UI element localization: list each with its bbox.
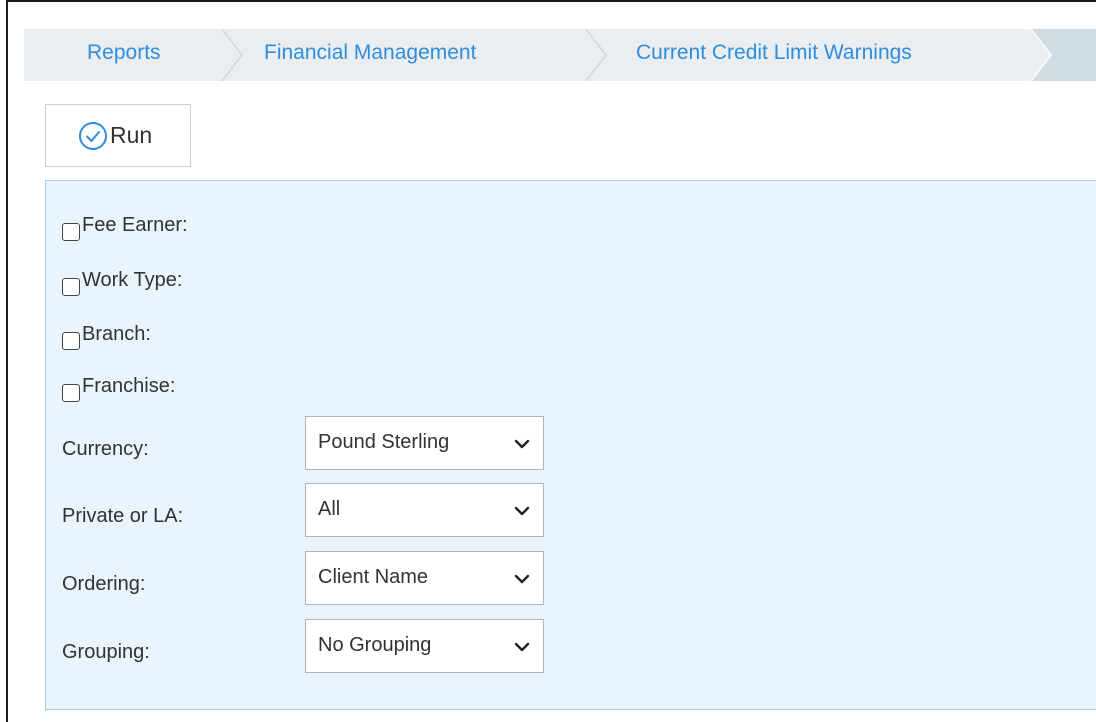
currency-label: Currency: <box>62 438 149 460</box>
ordering-label: Ordering: <box>62 573 146 595</box>
breadcrumb-financial-management[interactable]: Financial Management <box>264 29 476 81</box>
breadcrumb-separator-icon <box>584 29 608 81</box>
private-or-la-label: Private or LA: <box>62 505 184 527</box>
fee-earner-label: Fee Earner: <box>82 214 188 236</box>
report-window: Reports Financial Management Current Cre… <box>6 0 1096 722</box>
fee-earner-checkbox[interactable] <box>62 223 80 241</box>
work-type-checkbox[interactable] <box>62 278 80 296</box>
branch-label: Branch: <box>82 323 151 345</box>
filter-panel: Fee Earner: Work Type: Branch: Franchise… <box>45 180 1096 710</box>
check-circle-icon <box>78 121 108 151</box>
chevron-down-icon <box>514 640 530 652</box>
private-or-la-select[interactable]: All <box>305 483 544 537</box>
chevron-down-icon <box>514 572 530 584</box>
chevron-down-icon <box>514 504 530 516</box>
private-or-la-value: All <box>318 498 341 520</box>
breadcrumb-current-credit-limit-warnings[interactable]: Current Credit Limit Warnings <box>636 29 912 81</box>
currency-value: Pound Sterling <box>318 431 450 453</box>
currency-select[interactable]: Pound Sterling <box>305 416 544 470</box>
run-button[interactable]: Run <box>45 104 191 167</box>
run-button-label: Run <box>110 122 153 148</box>
work-type-label: Work Type: <box>82 269 183 291</box>
breadcrumb: Reports Financial Management Current Cre… <box>24 28 1096 82</box>
breadcrumb-reports[interactable]: Reports <box>87 29 161 81</box>
breadcrumb-end-arrow <box>1030 28 1096 82</box>
grouping-label: Grouping: <box>62 641 150 663</box>
ordering-value: Client Name <box>318 566 429 588</box>
chevron-down-icon <box>514 437 530 449</box>
grouping-select[interactable]: No Grouping <box>305 619 544 673</box>
breadcrumb-separator-icon <box>220 29 244 81</box>
grouping-value: No Grouping <box>318 634 432 656</box>
branch-checkbox[interactable] <box>62 332 80 350</box>
franchise-checkbox[interactable] <box>62 384 80 402</box>
ordering-select[interactable]: Client Name <box>305 551 544 605</box>
franchise-label: Franchise: <box>82 375 176 397</box>
